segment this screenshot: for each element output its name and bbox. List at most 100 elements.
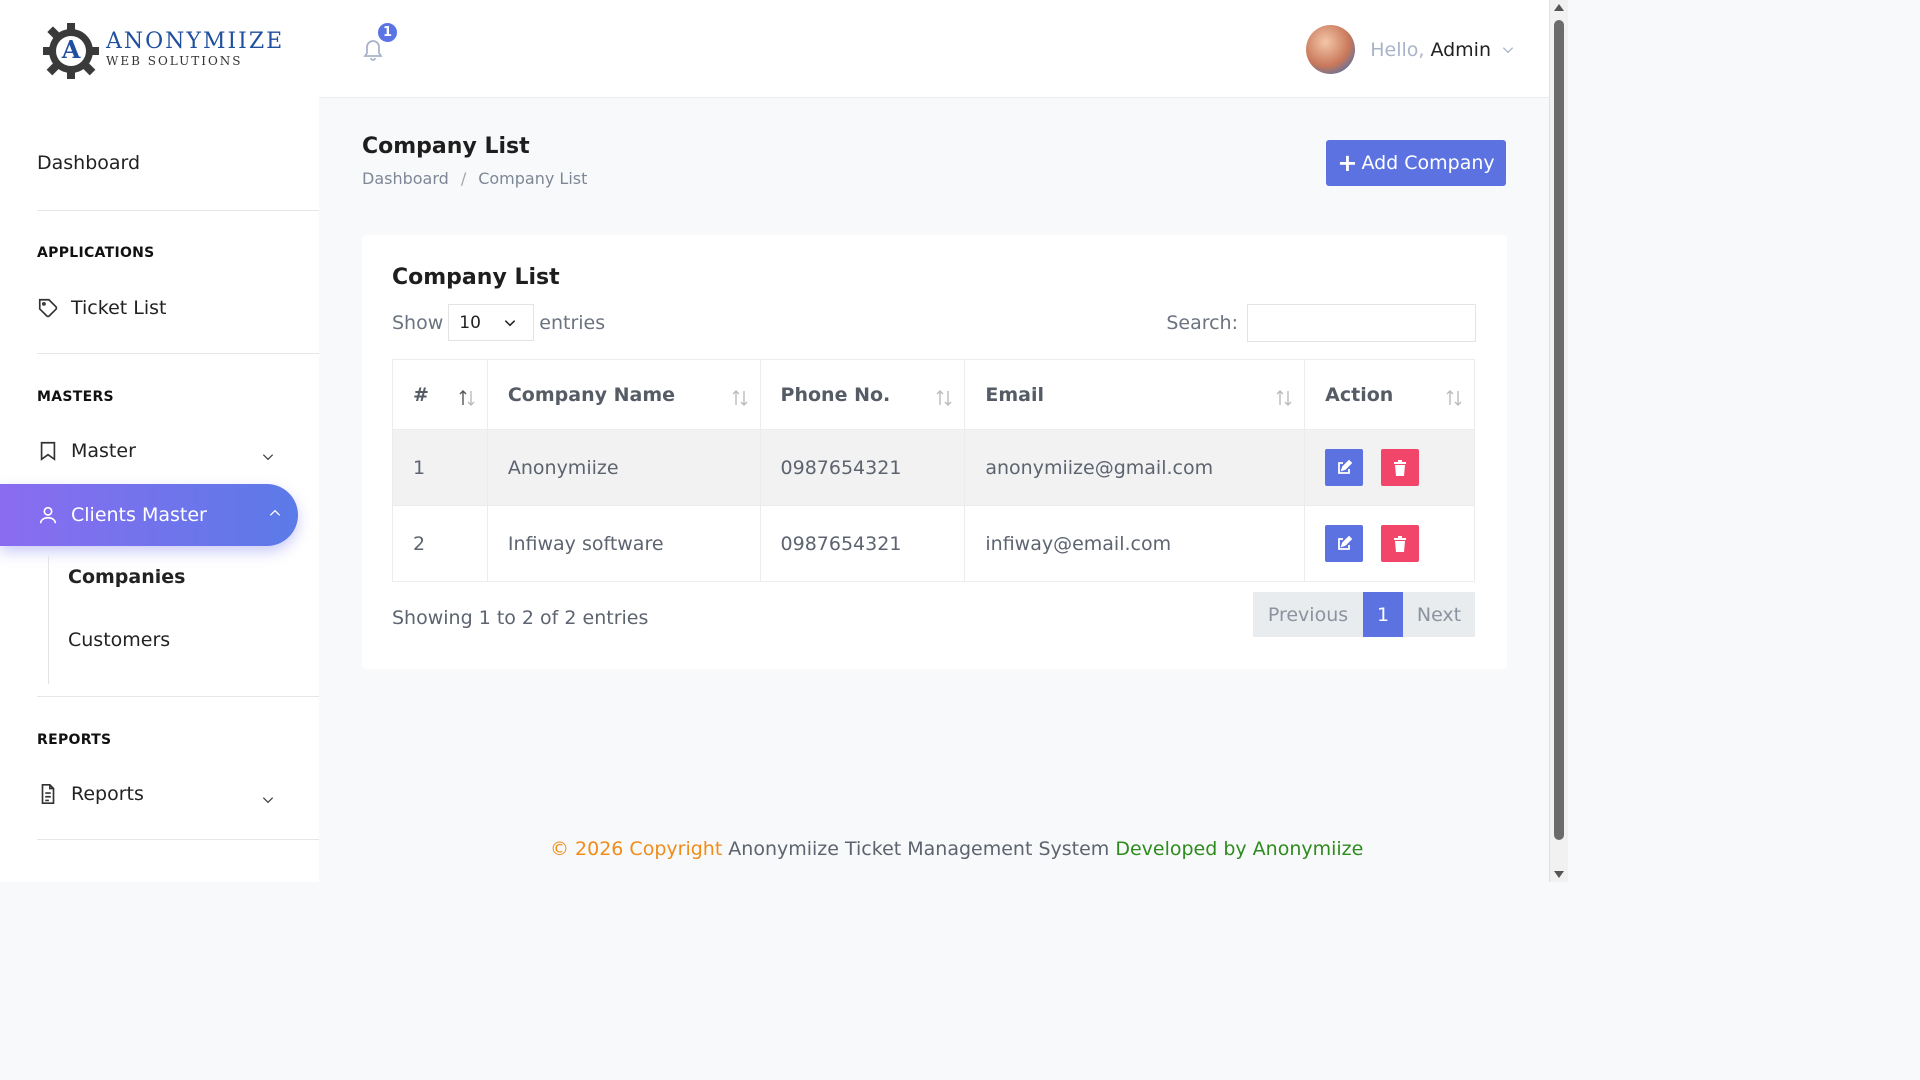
- column-label: Company Name: [507, 383, 676, 406]
- delete-button[interactable]: [1381, 525, 1420, 562]
- tag-icon: [38, 298, 58, 318]
- section-title-applications: APPLICATIONS: [37, 245, 155, 261]
- sort-icon: [459, 390, 475, 406]
- sidebar-divider: [37, 839, 319, 840]
- edit-icon: [1338, 535, 1353, 550]
- sidebar-divider: [37, 353, 319, 354]
- company-table: # Company Name Phone No. Email Action 1 …: [392, 359, 1475, 582]
- previous-page-button[interactable]: Previous: [1253, 592, 1363, 637]
- table-row: 2 Infiway software 0987654321 infiway@em…: [392, 505, 1475, 582]
- entries-label: entries: [539, 311, 606, 334]
- table-info: Showing 1 to 2 of 2 entries: [392, 607, 649, 629]
- entries-length-control: Show 10 entries: [392, 304, 605, 341]
- section-title-masters: MASTERS: [37, 389, 114, 405]
- sidebar-divider: [37, 696, 319, 697]
- sort-icon: [1446, 390, 1462, 406]
- edit-icon: [1338, 459, 1353, 474]
- sidebar-divider: [37, 210, 319, 211]
- entries-select-value: 10: [459, 312, 481, 333]
- footer-system: Anonymiize Ticket Management System: [728, 838, 1110, 860]
- cell-email: infiway@email.com: [964, 505, 1306, 582]
- svg-text:A: A: [61, 35, 81, 64]
- column-label: #: [413, 383, 429, 406]
- cell-email: anonymiize@gmail.com: [964, 429, 1306, 506]
- column-header-action[interactable]: Action: [1304, 359, 1475, 430]
- trash-icon: [1394, 535, 1407, 552]
- cell-company-name: Infiway software: [486, 505, 761, 582]
- cell-number: 2: [392, 505, 488, 582]
- sidebar-item-clients-master[interactable]: Clients Master: [0, 484, 298, 546]
- breadcrumb-current: Company List: [478, 169, 588, 188]
- brand-name: ANONYMIIZE: [106, 29, 285, 54]
- search-label: Search:: [1166, 312, 1238, 334]
- sidebar-item-label: Clients Master: [71, 504, 207, 526]
- column-header-email[interactable]: Email: [964, 359, 1306, 430]
- notification-badge: 1: [376, 21, 399, 44]
- chevron-down-icon: [505, 319, 516, 326]
- breadcrumb: Dashboard / Company List: [362, 169, 587, 188]
- chevron-down-icon: [262, 454, 274, 461]
- breadcrumb-dashboard[interactable]: Dashboard: [362, 169, 449, 188]
- sidebar-subitem-companies[interactable]: Companies: [68, 566, 185, 588]
- cell-action: [1304, 505, 1475, 582]
- add-company-button[interactable]: + Add Company: [1326, 140, 1506, 186]
- brand-logo[interactable]: A ANONYMIIZE WEB SOLUTIONS: [40, 18, 284, 80]
- column-header-number[interactable]: #: [392, 359, 488, 430]
- sidebar-item-master[interactable]: Master: [37, 440, 287, 462]
- submenu-line: [48, 556, 49, 684]
- delete-button[interactable]: [1381, 449, 1420, 486]
- sidebar-item-label: Master: [71, 440, 136, 462]
- add-company-label: Add Company: [1361, 152, 1495, 174]
- section-title-reports: REPORTS: [37, 732, 112, 748]
- bookmark-icon: [40, 441, 56, 461]
- trash-icon: [1394, 459, 1407, 476]
- chevron-up-icon: [269, 509, 281, 516]
- next-page-button[interactable]: Next: [1403, 592, 1475, 637]
- brand-tagline: WEB SOLUTIONS: [106, 54, 243, 68]
- sidebar-item-ticket-list[interactable]: Ticket List: [37, 297, 287, 319]
- column-header-phone[interactable]: Phone No.: [759, 359, 966, 430]
- cell-action: [1304, 429, 1475, 506]
- gear-logo-icon: A: [43, 23, 99, 79]
- page-1-button[interactable]: 1: [1363, 592, 1403, 637]
- column-label: Action: [1325, 383, 1394, 406]
- breadcrumb-separator: /: [460, 169, 467, 188]
- sidebar-item-reports[interactable]: Reports: [37, 783, 287, 805]
- column-header-company-name[interactable]: Company Name: [486, 359, 761, 430]
- sidebar-item-dashboard[interactable]: Dashboard: [37, 152, 140, 174]
- search-control: Search:: [1166, 304, 1476, 342]
- company-list-card: Company List Show 10 entries Search: # C…: [362, 235, 1507, 669]
- edit-button[interactable]: [1325, 449, 1364, 486]
- sidebar-item-label: Ticket List: [71, 297, 167, 319]
- cell-phone: 0987654321: [759, 505, 966, 582]
- search-input[interactable]: [1247, 304, 1476, 342]
- user-menu[interactable]: Hello, Admin: [1306, 25, 1515, 74]
- sort-icon: [936, 390, 952, 406]
- column-label: Email: [985, 383, 1044, 406]
- user-icon: [39, 506, 57, 524]
- scroll-up-arrow[interactable]: [1554, 4, 1564, 11]
- card-title: Company List: [392, 265, 560, 290]
- table-row: 1 Anonymiize 0987654321 anonymiize@gmail…: [392, 429, 1475, 506]
- footer-developer[interactable]: Developed by Anonymiize: [1115, 838, 1363, 860]
- cell-company-name: Anonymiize: [486, 429, 761, 506]
- scroll-thumb[interactable]: [1554, 20, 1564, 840]
- sidebar-subitem-customers[interactable]: Customers: [68, 629, 170, 651]
- greeting: Hello,: [1370, 38, 1425, 61]
- footer-copyright: © 2026 Copyright: [550, 838, 723, 860]
- column-label: Phone No.: [780, 383, 891, 406]
- footer: © 2026 Copyright Anonymiize Ticket Manag…: [550, 838, 1363, 860]
- edit-button[interactable]: [1325, 525, 1364, 562]
- document-icon: [41, 784, 55, 804]
- chevron-down-icon: [262, 797, 274, 804]
- scroll-down-arrow[interactable]: [1554, 871, 1564, 878]
- page-scrollbar[interactable]: [1549, 0, 1568, 882]
- entries-select[interactable]: 10: [448, 304, 535, 341]
- top-header: 1 Hello, Admin: [319, 0, 1549, 98]
- user-name: Admin: [1430, 38, 1491, 61]
- plus-icon: +: [1337, 149, 1358, 177]
- sidebar: A ANONYMIIZE WEB SOLUTIONS Dashboard APP…: [0, 0, 319, 882]
- sidebar-item-label: Reports: [71, 783, 144, 805]
- page-title: Company List: [362, 134, 530, 159]
- cell-phone: 0987654321: [759, 429, 966, 506]
